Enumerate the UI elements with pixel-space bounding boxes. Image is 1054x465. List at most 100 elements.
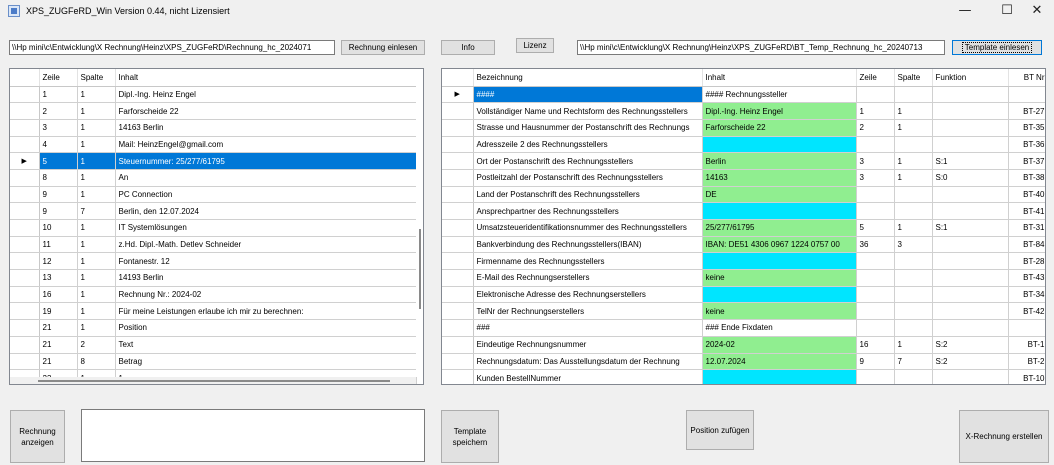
row-header[interactable] [442, 302, 474, 321]
table-row[interactable]: Land der Postanschrift des Rechnungsstel… [442, 186, 1045, 204]
cell-zeile[interactable]: 9 [39, 202, 78, 220]
cell-zeile[interactable] [856, 202, 895, 220]
cell-bt[interactable]: BT-34 [1008, 286, 1045, 304]
cell-bt[interactable]: BT-41 [1008, 202, 1045, 220]
cell-funktion[interactable] [932, 102, 1009, 120]
table-row[interactable]: Ort der Postanschrift des Rechnungsstell… [442, 152, 1045, 170]
cell-bt[interactable]: BT-43 [1008, 269, 1045, 287]
row-header[interactable] [442, 169, 474, 187]
cell-inhalt[interactable]: Farforscheide 22 [702, 119, 857, 137]
cell-funktion[interactable] [932, 136, 1009, 154]
table-row[interactable]: 12 1 Fontanestr. 12 [10, 252, 417, 271]
row-header[interactable] [10, 102, 40, 120]
cell-zeile[interactable]: 2 [39, 102, 78, 120]
cell-funktion[interactable] [932, 252, 1009, 271]
table-row[interactable]: ### ### Ende Fixdaten [442, 319, 1045, 337]
cell-zeile[interactable]: 5 [856, 219, 895, 237]
cell-bt[interactable]: BT-37 [1008, 152, 1045, 170]
table-row[interactable]: ▶ 5 1 Steuernummer: 25/277/61795 [10, 152, 417, 170]
table-row[interactable]: Strasse und Hausnummer der Postanschrift… [442, 119, 1045, 137]
row-header[interactable] [442, 186, 474, 204]
cell-bez[interactable]: Postleitzahl der Postanschrift des Rechn… [473, 169, 703, 187]
cell-inhalt[interactable]: Mail: HeinzEngel@gmail.com [115, 136, 417, 154]
table-row[interactable]: Firmenname des Rechnungsstellers BT-28 [442, 252, 1045, 271]
row-header[interactable] [442, 269, 474, 287]
cell-zeile[interactable] [856, 186, 895, 204]
cell-spalte[interactable]: 1 [77, 136, 116, 154]
row-header[interactable] [10, 353, 40, 371]
cell-spalte[interactable]: 1 [77, 286, 116, 304]
table-row[interactable]: Vollständiger Name und Rechtsform des Re… [442, 102, 1045, 120]
cell-zeile[interactable] [856, 319, 895, 337]
cell-funktion[interactable]: S:2 [932, 353, 1009, 371]
cell-spalte[interactable]: 1 [77, 302, 116, 321]
cell-inhalt[interactable]: An [115, 169, 417, 187]
left-vertical-scroll-thumb[interactable] [419, 229, 421, 309]
row-header[interactable] [442, 152, 474, 170]
cell-zeile[interactable] [856, 302, 895, 321]
message-textarea[interactable] [81, 409, 425, 462]
cell-bez[interactable]: Kunden BestellNummer [473, 369, 703, 384]
table-row[interactable]: 1 1 Dipl.-Ing. Heinz Engel [10, 86, 417, 104]
cell-inhalt[interactable]: Berlin, den 12.07.2024 [115, 202, 417, 220]
cell-funktion[interactable] [932, 286, 1009, 304]
table-row[interactable]: Ansprechpartner des Rechnungsstellers BT-… [442, 202, 1045, 220]
table-row[interactable]: 10 1 IT Systemlösungen [10, 219, 417, 237]
license-button[interactable]: Lizenz [516, 38, 554, 53]
cell-inhalt[interactable]: Steuernummer: 25/277/61795 [115, 152, 417, 170]
col-header-funktion[interactable]: Funktion [932, 69, 1009, 87]
cell-spalte[interactable]: 3 [894, 236, 933, 254]
cell-zeile[interactable]: 21 [39, 353, 78, 371]
cell-inhalt[interactable]: Text [115, 336, 417, 354]
table-row[interactable]: Kunden BestellNummer BT-10 [442, 369, 1045, 384]
cell-bez[interactable]: Elektronische Adresse des Rechnungserste… [473, 286, 703, 304]
cell-bez[interactable]: Bankverbindung des Rechnungsstellers(IBA… [473, 236, 703, 254]
cell-inhalt[interactable]: 14163 [702, 169, 857, 187]
cell-funktion[interactable] [932, 86, 1009, 104]
invoice-path-input[interactable]: \\Hp mini\c\Entwicklung\X Rechnung\Heinz… [9, 40, 335, 55]
cell-spalte[interactable] [894, 86, 933, 104]
cell-funktion[interactable]: S:2 [932, 336, 1009, 354]
cell-bez[interactable]: Rechnungsdatum: Das Ausstellungsdatum de… [473, 353, 703, 371]
table-row[interactable]: 21 2 Text [10, 336, 417, 354]
cell-spalte[interactable] [894, 369, 933, 384]
cell-funktion[interactable] [932, 119, 1009, 137]
cell-zeile[interactable] [856, 252, 895, 271]
col-header-zeile[interactable]: Zeile [39, 69, 78, 87]
cell-spalte[interactable]: 1 [77, 119, 116, 137]
row-header[interactable] [10, 136, 40, 154]
cell-spalte[interactable]: 1 [77, 186, 116, 204]
cell-bt[interactable] [1008, 86, 1045, 104]
cell-inhalt[interactable] [702, 252, 857, 271]
cell-funktion[interactable] [932, 269, 1009, 287]
row-header[interactable] [10, 169, 40, 187]
cell-spalte[interactable]: 1 [77, 152, 116, 170]
table-row[interactable]: 8 1 An [10, 169, 417, 187]
row-header[interactable]: ▶ [10, 152, 40, 170]
cell-inhalt[interactable]: Dipl.-Ing. Heinz Engel [702, 102, 857, 120]
cell-spalte[interactable] [894, 252, 933, 271]
table-row[interactable]: 9 1 PC Connection [10, 186, 417, 204]
cell-funktion[interactable] [932, 369, 1009, 384]
cell-zeile[interactable]: 12 [39, 252, 78, 271]
cell-inhalt[interactable] [702, 136, 857, 154]
row-header[interactable] [10, 202, 40, 220]
cell-zeile[interactable] [856, 286, 895, 304]
cell-funktion[interactable]: S:0 [932, 169, 1009, 187]
cell-funktion[interactable] [932, 302, 1009, 321]
row-header[interactable] [442, 369, 474, 384]
cell-zeile[interactable] [856, 86, 895, 104]
cell-bez[interactable]: #### [473, 86, 703, 104]
cell-spalte[interactable]: 1 [894, 219, 933, 237]
cell-inhalt[interactable]: Betrag [115, 353, 417, 371]
cell-spalte[interactable]: 1 [894, 119, 933, 137]
cell-spalte[interactable] [894, 136, 933, 154]
cell-inhalt[interactable]: keine [702, 269, 857, 287]
col-header-bezeichnung[interactable]: Bezeichnung [473, 69, 703, 87]
cell-spalte[interactable]: 1 [894, 336, 933, 354]
row-header[interactable] [442, 252, 474, 271]
cell-bt[interactable]: BT-42 [1008, 302, 1045, 321]
cell-zeile[interactable]: 10 [39, 219, 78, 237]
cell-inhalt[interactable]: ### Ende Fixdaten [702, 319, 857, 337]
cell-spalte[interactable] [894, 269, 933, 287]
